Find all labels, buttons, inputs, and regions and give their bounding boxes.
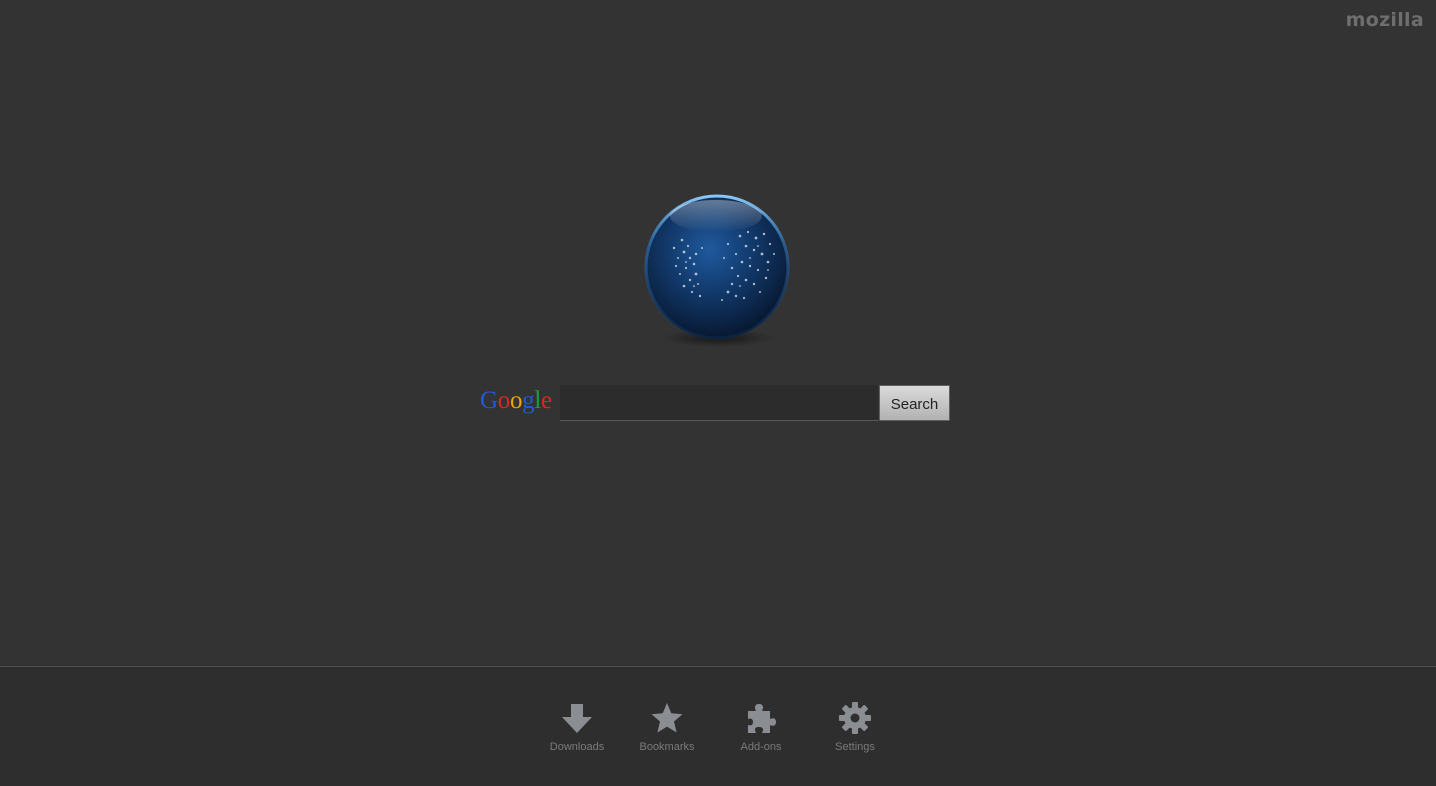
google-letter: e bbox=[541, 387, 552, 414]
search-button[interactable]: Search bbox=[879, 385, 950, 421]
launcher-bar: Downloads Bookmarks Add-ons Settings bbox=[0, 666, 1436, 786]
settings-launcher[interactable]: Settings bbox=[810, 701, 900, 755]
launcher-label: Settings bbox=[835, 741, 875, 753]
launcher-label: Downloads bbox=[549, 741, 605, 753]
downloads-launcher[interactable]: Downloads bbox=[532, 701, 622, 755]
google-letter: G bbox=[480, 387, 498, 414]
gear-icon bbox=[839, 702, 871, 734]
addons-launcher[interactable]: Add-ons bbox=[716, 701, 806, 755]
search-row: Google Search bbox=[480, 384, 952, 422]
launcher-label: Add-ons bbox=[740, 741, 782, 753]
search-input[interactable] bbox=[560, 385, 878, 421]
mozilla-logo[interactable]: mozilla bbox=[1346, 9, 1424, 31]
launcher-label: Bookmarks bbox=[639, 741, 695, 753]
bookmarks-launcher[interactable]: Bookmarks bbox=[622, 701, 712, 755]
google-letter: o bbox=[509, 387, 523, 414]
google-letter: l bbox=[534, 387, 542, 414]
google-letter: g bbox=[522, 387, 535, 414]
google-letter: o bbox=[497, 387, 511, 414]
browser-logo-globe bbox=[638, 188, 798, 353]
download-arrow-icon bbox=[562, 704, 592, 733]
google-logo: Google bbox=[480, 387, 552, 415]
puzzle-piece-icon bbox=[748, 704, 776, 733]
star-icon bbox=[651, 703, 683, 733]
globe-icon bbox=[644, 194, 790, 347]
main-area: mozilla Google Search bbox=[0, 0, 1436, 666]
start-page: mozilla Google Search Downloads Bookmark… bbox=[0, 0, 1436, 786]
